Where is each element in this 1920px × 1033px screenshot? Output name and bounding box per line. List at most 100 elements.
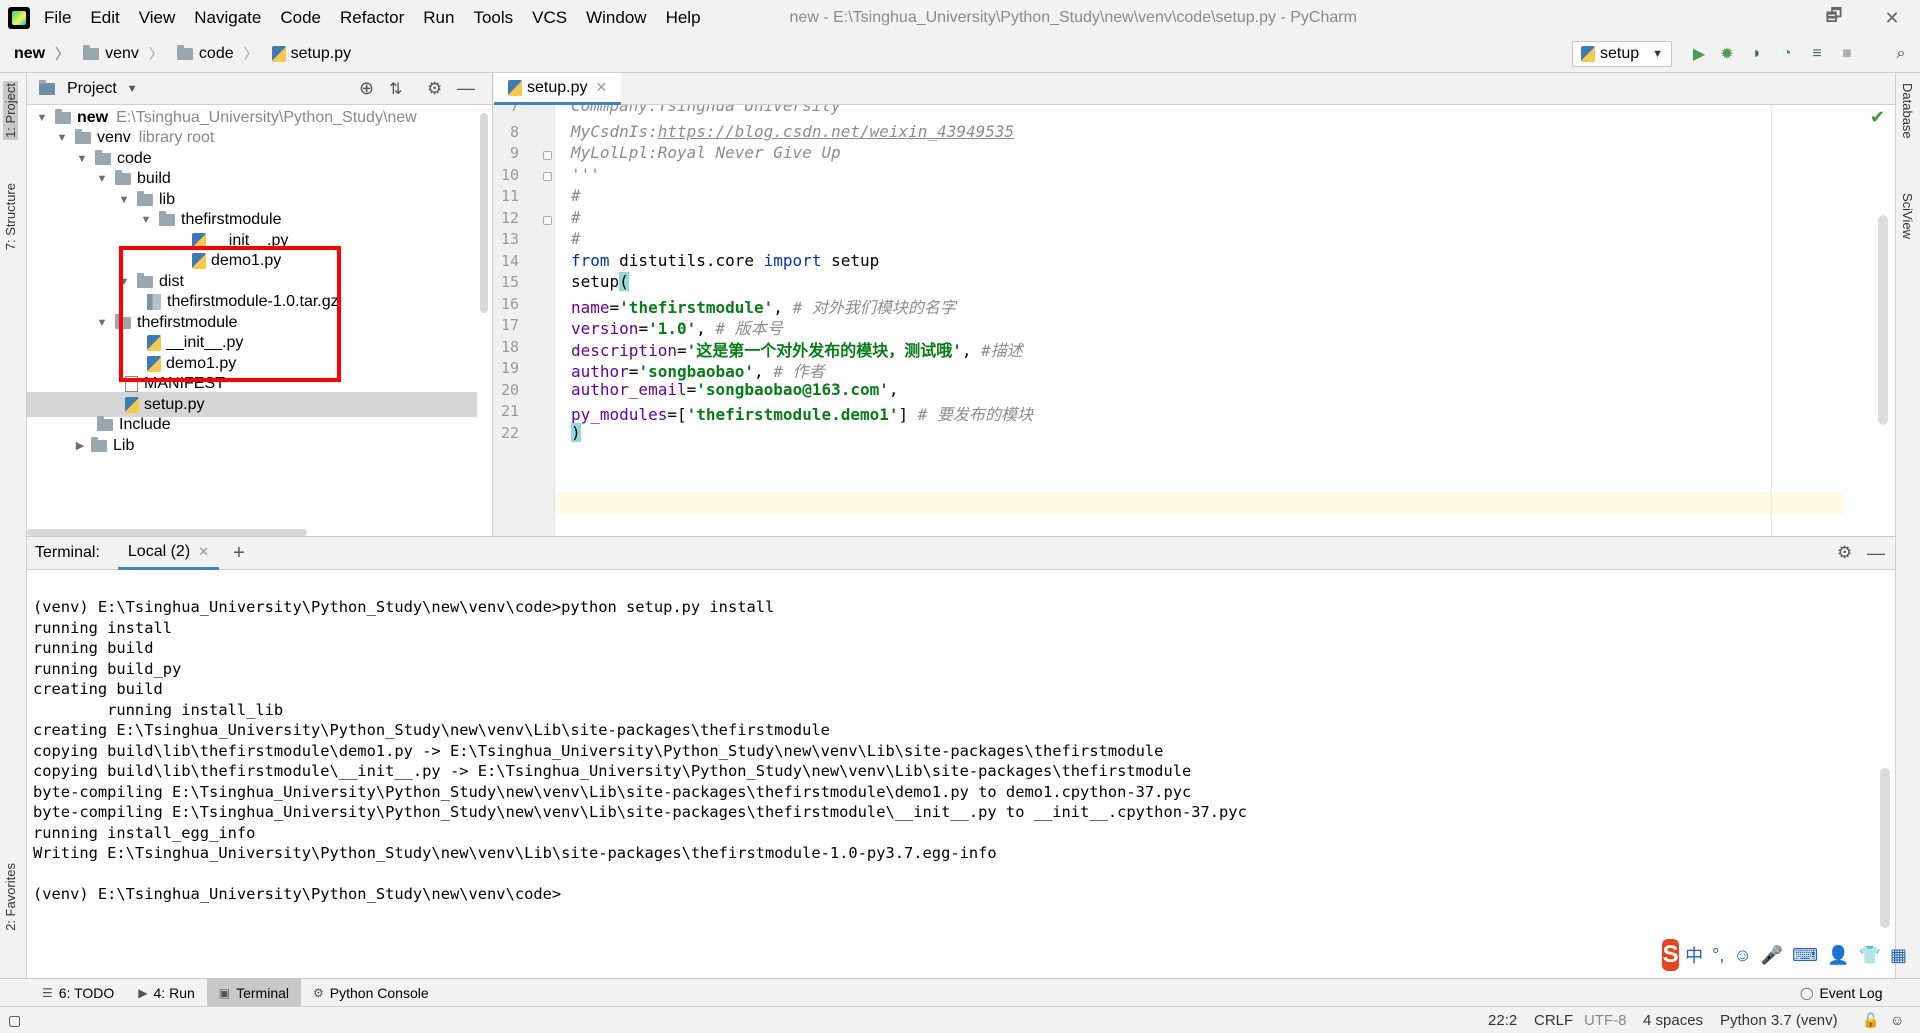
comment-text: MyCsdnIs: — [571, 122, 658, 141]
menu-navigate[interactable]: Navigate — [194, 8, 261, 28]
keyboard-icon[interactable]: ⌨ — [1792, 945, 1818, 966]
concurrency-icon[interactable]: ≡ — [1808, 45, 1826, 63]
tree-item-lib-root[interactable]: ▶ Lib — [27, 433, 477, 458]
close-tab-icon[interactable]: ✕ — [595, 79, 607, 96]
tree-item-label: thefirstmodule — [181, 210, 282, 228]
sciview-tool-tab[interactable]: SciView — [1900, 193, 1915, 239]
run-icon[interactable]: ▶ — [1690, 45, 1708, 63]
breadcrumb-setup-py[interactable]: setup.py — [271, 45, 351, 63]
close-window-button[interactable]: ✕ — [1864, 0, 1920, 36]
python-file-icon — [125, 396, 139, 413]
fold-marker-icon[interactable] — [543, 216, 552, 225]
search-icon[interactable]: ⌕ — [1892, 45, 1910, 63]
tab-run[interactable]: ▶ 4: Run — [126, 979, 206, 1007]
collapse-all-icon[interactable]: ⇅ — [389, 79, 402, 99]
inspector-icon[interactable]: ☺ — [1890, 1012, 1904, 1028]
line-number: 22 — [500, 424, 519, 442]
vertical-scrollbar[interactable] — [480, 113, 488, 313]
expand-arrow-icon[interactable]: ▼ — [117, 194, 131, 206]
expand-arrow-icon[interactable]: ▼ — [95, 173, 109, 185]
menu-tools[interactable]: Tools — [473, 8, 513, 28]
coverage-icon[interactable]: ◗ — [1748, 45, 1766, 63]
project-panel-title[interactable]: Project — [67, 80, 117, 98]
terminal-tab-local-2[interactable]: Local (2) ✕ — [117, 536, 220, 570]
sogou-ime-logo-icon[interactable]: S — [1662, 939, 1680, 971]
code-line-7: Commpany:Tsinghua University — [571, 105, 841, 115]
hide-panel-icon[interactable]: — — [457, 78, 475, 99]
fold-marker-icon[interactable] — [543, 151, 552, 160]
operator: = — [686, 380, 697, 399]
breadcrumb-code[interactable]: code 〉 — [176, 44, 258, 64]
toggle-tool-windows-icon[interactable]: ▢ — [8, 1012, 21, 1029]
expand-arrow-icon[interactable]: ▼ — [55, 132, 69, 144]
caret-position[interactable]: 22:2 — [1488, 1012, 1517, 1029]
menu-file[interactable]: File — [44, 8, 71, 28]
close-tab-icon[interactable]: ✕ — [198, 544, 209, 560]
terminal-line: running build_py — [33, 660, 182, 678]
toolbox-icon[interactable]: ▦ — [1890, 945, 1907, 966]
expand-arrow-icon[interactable]: ▼ — [75, 153, 89, 165]
expand-arrow-icon[interactable]: ▼ — [95, 317, 109, 329]
menu-run[interactable]: Run — [423, 8, 454, 28]
debug-icon[interactable]: ✹ — [1718, 45, 1736, 63]
menu-view[interactable]: View — [139, 8, 176, 28]
tab-setup-py[interactable]: setup.py ✕ — [494, 73, 621, 105]
inspection-ok-icon[interactable]: ✔ — [1870, 107, 1885, 128]
tab-label: 6: TODO — [58, 984, 115, 1001]
expand-arrow-icon[interactable]: ▼ — [139, 214, 153, 226]
horizontal-scrollbar[interactable] — [27, 529, 307, 536]
structure-tool-tab[interactable]: 7: Structure — [3, 183, 18, 250]
gear-icon[interactable]: ⚙ — [1837, 543, 1852, 563]
menu-code[interactable]: Code — [280, 8, 321, 28]
tab-terminal[interactable]: ▣ Terminal — [206, 978, 302, 1007]
user-icon[interactable]: 👤 — [1827, 945, 1849, 966]
code-area[interactable]: Commpany:Tsinghua University MyCsdnIs:ht… — [571, 105, 1881, 536]
gear-icon[interactable]: ⚙ — [427, 79, 442, 99]
expand-arrow-icon[interactable]: ▼ — [35, 112, 49, 124]
indent-setting[interactable]: 4 spaces — [1643, 1012, 1703, 1029]
event-log-button[interactable]: ◯ Event Log — [1788, 979, 1895, 1007]
line-number: 20 — [500, 381, 519, 399]
chevron-down-icon[interactable]: ▼ — [127, 83, 138, 95]
run-configuration-select[interactable]: setup ▼ — [1572, 41, 1672, 67]
profile-icon[interactable]: ◔ — [1778, 45, 1796, 63]
emoji-icon[interactable]: ☺ — [1733, 945, 1751, 966]
project-tool-tab[interactable]: 1: Project — [3, 81, 18, 140]
string-literal: '1.0' — [648, 319, 697, 338]
favorites-tool-tab[interactable]: 2: Favorites — [3, 863, 18, 931]
menu-refactor[interactable]: Refactor — [340, 8, 404, 28]
menu-vcs[interactable]: VCS — [532, 8, 567, 28]
breadcrumb-venv[interactable]: venv 〉 — [83, 44, 163, 64]
code-line-15: setup( — [571, 272, 629, 291]
breadcrumb-new[interactable]: new 〉 — [14, 44, 69, 64]
skin-icon[interactable]: 👕 — [1859, 945, 1881, 966]
database-tool-tab[interactable]: Database — [1900, 83, 1915, 139]
terminal-line: running install — [33, 619, 172, 637]
restore-button[interactable]: 🗗 — [1806, 0, 1862, 36]
terminal-output[interactable]: (venv) E:\Tsinghua_University\Python_Stu… — [27, 570, 1895, 978]
terminal-scrollbar[interactable] — [1880, 768, 1890, 928]
chinese-mode-icon[interactable]: 中 — [1685, 942, 1703, 968]
tab-python-console[interactable]: ⚙ Python Console — [301, 979, 441, 1007]
menu-help[interactable]: Help — [666, 8, 701, 28]
code-editor[interactable]: 7 8 9 10 11 12 13 14 15 16 17 18 19 20 2… — [493, 105, 1895, 536]
new-terminal-icon[interactable]: + — [233, 542, 245, 565]
editor-scrollbar[interactable] — [1878, 215, 1888, 425]
tab-todo[interactable]: ☰ 6: TODO — [30, 979, 126, 1007]
punctuation-icon[interactable]: °, — [1712, 945, 1724, 966]
python-interpreter[interactable]: Python 3.7 (venv) — [1720, 1012, 1838, 1029]
hide-panel-icon[interactable]: — — [1867, 543, 1885, 564]
tree-item-label: setup.py — [144, 395, 205, 413]
breadcrumb-label: new — [14, 45, 46, 62]
file-encoding[interactable]: UTF-8 — [1584, 1012, 1627, 1029]
fold-marker-icon[interactable] — [543, 172, 552, 181]
lock-icon[interactable]: 🔓 — [1862, 1012, 1879, 1029]
menu-edit[interactable]: Edit — [90, 8, 119, 28]
expand-arrow-icon[interactable]: ▶ — [73, 439, 87, 452]
line-separator[interactable]: CRLF — [1534, 1012, 1573, 1029]
microphone-icon[interactable]: 🎤 — [1761, 945, 1783, 966]
locate-icon[interactable]: ⊕ — [359, 78, 374, 99]
comment-link[interactable]: https://blog.csdn.net/weixin_43949535 — [658, 122, 1014, 141]
menu-window[interactable]: Window — [586, 8, 646, 28]
stop-icon[interactable]: ■ — [1838, 45, 1856, 63]
